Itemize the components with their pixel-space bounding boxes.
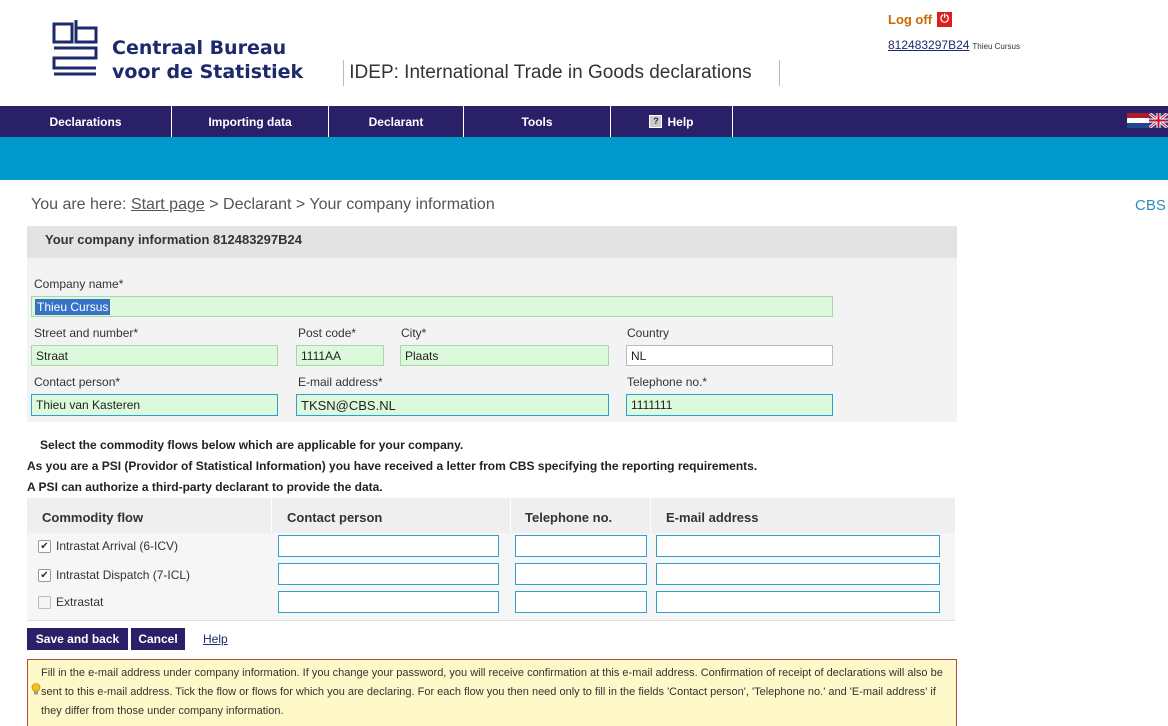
breadcrumb: You are here: Start page > Declarant > Y… — [31, 196, 495, 214]
flow-contact-input[interactable] — [278, 535, 499, 557]
uk-flag-icon[interactable] — [1149, 113, 1168, 128]
info-line-2: As you are a PSI (Providor of Statistica… — [27, 459, 758, 473]
column-divider — [510, 498, 511, 533]
user-info: 812483297B24 Thieu Cursus — [888, 38, 1020, 52]
city-label: City* — [401, 326, 427, 340]
contact-input[interactable] — [31, 394, 278, 416]
city-input[interactable] — [400, 345, 609, 366]
flow-contact-input[interactable] — [278, 563, 499, 585]
nav-label: Importing data — [208, 114, 292, 129]
cbs-logo-icon — [52, 20, 98, 76]
lightbulb-icon — [31, 683, 41, 695]
flow-phone-input[interactable] — [515, 563, 647, 585]
breadcrumb-prefix: You are here: — [31, 196, 127, 213]
flow-phone-input[interactable] — [515, 591, 647, 613]
country-input[interactable] — [626, 345, 833, 366]
info-line-1: Select the commodity flows below which a… — [40, 438, 464, 452]
info-line-3: A PSI can authorize a third-party declar… — [27, 480, 383, 494]
help-icon: ? — [649, 115, 663, 128]
country-label: Country — [627, 326, 670, 340]
power-icon: ⏻ — [937, 12, 953, 27]
flow-phone-input[interactable] — [515, 535, 647, 557]
col-telephone: Telephone no. — [525, 510, 613, 525]
flow-email-input[interactable] — [656, 535, 940, 557]
nav-tools[interactable]: Tools — [464, 106, 611, 137]
contact-label: Contact person* — [34, 375, 121, 389]
phone-input[interactable] — [626, 394, 833, 416]
col-email: E-mail address — [666, 510, 759, 525]
user-id-link[interactable]: 812483297B24 — [888, 38, 969, 52]
nav-label: Tools — [521, 114, 553, 129]
cbs-link[interactable]: CBS — [1135, 197, 1166, 214]
flow-email-input[interactable] — [656, 591, 940, 613]
flow-checkbox-dispatch[interactable]: ✔ — [38, 569, 51, 582]
email-label: E-mail address* — [298, 375, 383, 389]
cancel-button[interactable]: Cancel — [131, 628, 185, 650]
phone-label: Telephone no.* — [627, 375, 708, 389]
flow-label: Extrastat — [56, 595, 104, 609]
street-label: Street and number* — [34, 326, 139, 340]
nav-declarations[interactable]: Declarations — [0, 106, 172, 137]
nav-declarant[interactable]: Declarant — [329, 106, 464, 137]
help-note-text: Fill in the e-mail address under company… — [41, 667, 943, 717]
column-divider — [650, 498, 651, 533]
flows-table-header — [27, 498, 955, 534]
nav-label: Declarations — [49, 114, 122, 129]
nav-label: Help — [667, 114, 694, 129]
flow-label: Intrastat Dispatch (7-ICL) — [56, 568, 191, 582]
company-name-selection: Thieu Cursus — [35, 299, 111, 315]
flow-contact-input[interactable] — [278, 591, 499, 613]
breadcrumb-start-link[interactable]: Start page — [131, 196, 205, 213]
panel-title: Your company information 812483297B24 — [45, 232, 302, 247]
flow-checkbox-extrastat[interactable] — [38, 596, 51, 609]
sub-nav-bar — [0, 137, 1168, 180]
logoff-label: Log off — [888, 12, 933, 27]
dutch-flag-icon[interactable] — [1127, 113, 1149, 128]
app-title: IDEP: International Trade in Goods decla… — [344, 62, 752, 84]
nav-label: Declarant — [368, 114, 424, 129]
user-name: Thieu Cursus — [972, 42, 1020, 51]
save-and-back-button[interactable]: Save and back — [27, 628, 128, 650]
help-link[interactable]: Help — [203, 632, 228, 646]
org-name: Centraal Bureau voor de Statistiek — [112, 36, 303, 84]
email-input[interactable] — [296, 394, 609, 416]
app-title-text: IDEP: International Trade in Goods decla… — [349, 62, 752, 83]
flow-email-input[interactable] — [656, 563, 940, 585]
flow-checkbox-arrival[interactable]: ✔ — [38, 540, 51, 553]
street-input[interactable] — [31, 345, 278, 366]
company-name-label: Company name* — [34, 277, 124, 291]
logoff-link[interactable]: Log off ⏻ — [888, 12, 953, 27]
col-contact-person: Contact person — [287, 510, 383, 525]
company-name-input[interactable] — [31, 296, 833, 317]
col-commodity-flow: Commodity flow — [42, 510, 144, 525]
nav-importing-data[interactable]: Importing data — [172, 106, 329, 137]
breadcrumb-current: > Declarant > Your company information — [209, 196, 495, 213]
title-divider — [779, 60, 780, 86]
postcode-input[interactable] — [296, 345, 384, 366]
column-divider — [271, 498, 272, 533]
org-name-line1: Centraal Bureau — [112, 37, 287, 59]
flow-label: Intrastat Arrival (6-ICV) — [56, 539, 179, 553]
postcode-label: Post code* — [298, 326, 357, 340]
nav-help[interactable]: ? Help — [611, 106, 733, 137]
org-name-line2: voor de Statistiek — [112, 61, 304, 83]
main-nav: Declarations Importing data Declarant To… — [0, 106, 1168, 137]
